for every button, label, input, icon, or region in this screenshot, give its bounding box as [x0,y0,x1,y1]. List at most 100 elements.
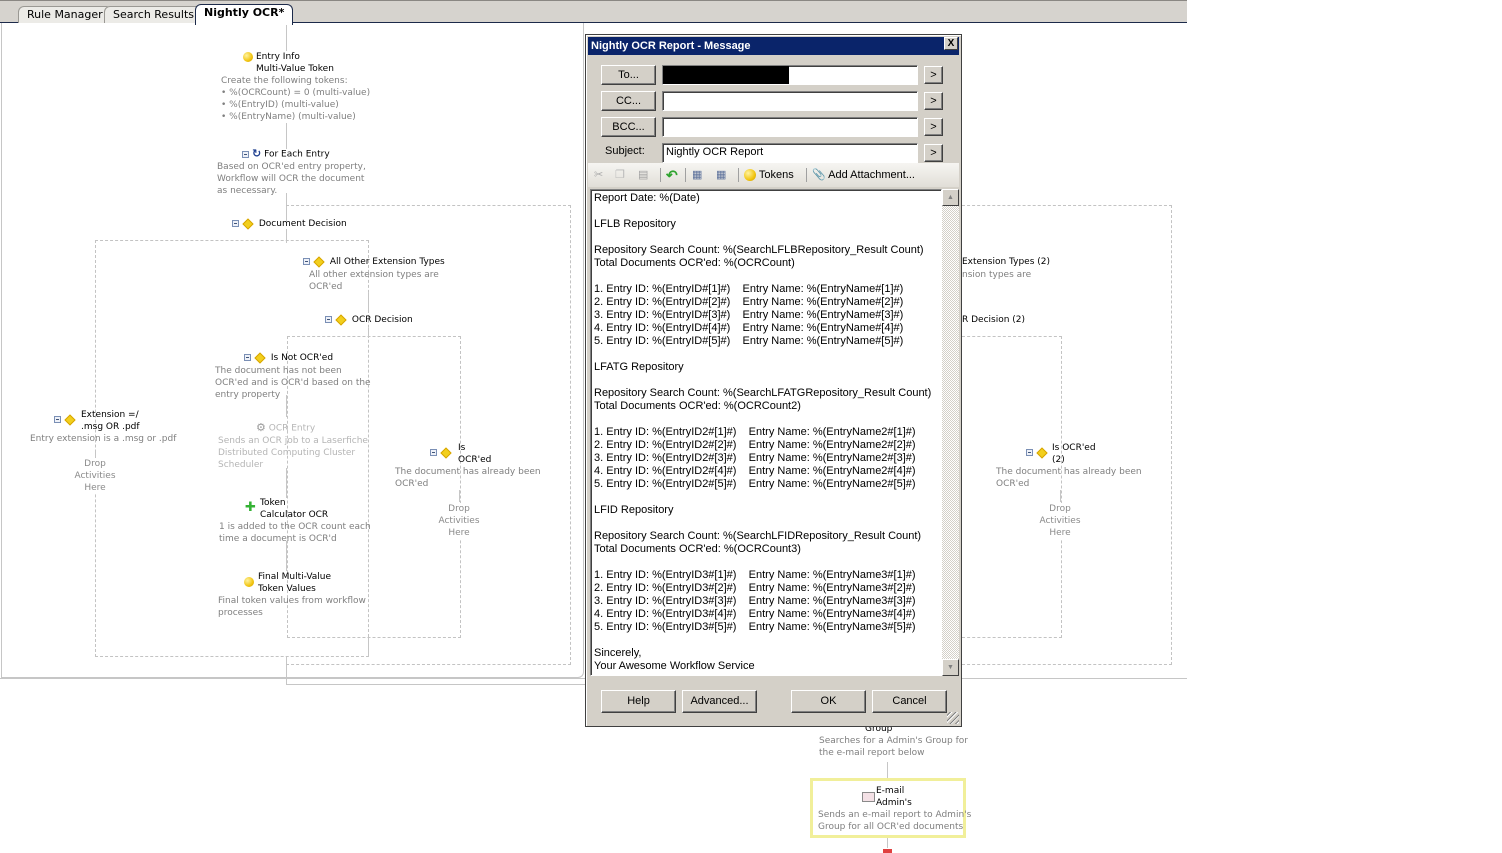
advanced-button[interactable]: Advanced... [682,690,757,713]
drop-activities-zone[interactable]: Drop Activities Here [429,503,489,539]
body-line: Report Date: %(Date) [594,192,700,204]
all-other-title: All Other Extension Types [329,257,445,267]
collapse-icon[interactable] [54,416,61,423]
subject-label: Subject: [605,145,645,157]
body-line: 3. Entry ID: %(EntryID#[3]#) Entry Name:… [594,309,904,321]
tokens-button[interactable]: Tokens [744,167,794,183]
collapse-icon[interactable] [242,150,249,158]
scroll-up-button[interactable]: ▲ [942,189,959,206]
token-calculator-node[interactable]: ✚ [245,501,256,514]
scroll-down-button[interactable]: ▼ [942,659,959,676]
insert-field-icon[interactable]: ▦ [692,167,702,183]
entry-info-node[interactable] [243,51,253,63]
body-line: Total Documents OCR'ed: %(OCRCount2) [594,400,801,412]
dialog-title-bar[interactable]: Nightly OCR Report - Message [588,37,959,55]
tab-nightly-ocr[interactable]: Nightly OCR* [195,4,294,25]
body-line [594,517,941,530]
all-other-desc: OCR'ed [309,282,343,292]
toolbar-separator [685,168,686,182]
collapse-icon[interactable] [1026,449,1033,456]
branch-icon [313,255,325,268]
extension-node[interactable] [54,413,78,426]
subject-token-button[interactable]: > [924,144,943,162]
branch-icon [440,446,452,459]
copy-icon[interactable]: ❐ [615,167,625,183]
toolbar-separator [660,168,661,182]
cc-token-button[interactable]: > [924,92,943,110]
paperclip-icon: 📎 [812,169,826,181]
toolbar-separator [738,168,739,182]
branch-icon [64,413,76,426]
help-button[interactable]: Help [601,690,676,713]
body-line: LFLB Repository [594,218,676,230]
drop-activities-zone[interactable]: Drop Activities Here [65,458,125,494]
to-field[interactable] [662,65,918,85]
is-not-ocred-desc: OCR'ed and is OCR'd based on the [215,378,371,388]
is-ocred-node[interactable] [430,446,454,459]
final-tokens-node[interactable] [244,576,254,588]
collapse-icon[interactable] [430,449,437,456]
all-other-2-title[interactable]: Extension Types (2) [962,256,1050,268]
final-tokens-desc: Final token values from workflow [218,596,366,606]
branch-icon [254,351,266,364]
decision-icon [242,217,254,230]
loop-icon: ↻ [252,147,262,160]
bcc-button[interactable]: BCC... [601,117,656,137]
final-tokens-title2: Token Values [258,584,316,594]
message-body-textarea[interactable]: Report Date: %(Date) LFLB Repository Repos… [590,189,942,676]
bcc-field[interactable] [662,117,918,137]
add-attachment-button[interactable]: 📎 Add Attachment... [812,167,915,183]
drop-label: Drop [1049,504,1071,514]
to-button[interactable]: To... [601,65,656,85]
ocr-entry-node[interactable]: ⚙ OCR Entry [256,422,315,435]
all-other-node[interactable]: All Other Extension Types [303,255,445,268]
body-line: Your Awesome Workflow Service [594,660,755,672]
bcc-token-button[interactable]: > [924,118,943,136]
ok-button[interactable]: OK [791,690,866,713]
subject-field[interactable]: Nightly OCR Report [662,143,918,163]
for-each-node[interactable]: ↻ For Each Entry [242,148,330,161]
for-each-desc: Based on OCR'ed entry property, [217,162,366,172]
tab-rule-manager[interactable]: Rule Manager [18,6,112,24]
collapse-icon[interactable] [232,220,239,227]
collapse-icon[interactable] [303,258,310,265]
cut-icon[interactable]: ✂ [594,167,603,183]
resize-grip[interactable] [947,712,959,724]
editor-toolbar: ✂ ❐ ▤ ↶ ▦ ▦ Tokens 📎 Add Attachment... [588,163,959,187]
document-decision-title: Document Decision [258,219,347,229]
body-line: 4. Entry ID: %(EntryID3#[4]#) Entry Name… [594,608,916,620]
extension-desc: Entry extension is a .msg or .pdf [30,434,177,444]
ocr-decision-node[interactable]: OCR Decision [325,313,413,326]
email-admins-desc: Sends an e-mail report to Admin's [818,810,972,820]
collapse-icon[interactable] [325,316,332,323]
undo-icon[interactable]: ↶ [666,167,678,183]
branch-icon [1036,446,1048,459]
entry-info-desc: • %(EntryName) (multi-value) [221,112,356,122]
document-decision-node[interactable]: Document Decision [232,217,347,230]
is-not-ocred-title: Is Not OCR'ed [270,353,334,363]
close-button[interactable]: X [944,37,958,50]
to-token-button[interactable]: > [924,66,943,84]
is-ocred-2-node[interactable] [1026,446,1050,459]
cc-field[interactable] [662,91,918,111]
body-scrollbar[interactable]: ▲ ▼ [942,189,959,676]
message-dialog: Nightly OCR Report - Message X To... > C… [585,34,962,727]
tab-search-results[interactable]: Search Results [104,6,204,24]
token-calc-title2: Calculator OCR [260,510,329,520]
paste-icon[interactable]: ▤ [638,167,648,183]
body-line: 2. Entry ID: %(EntryID2#[2]#) Entry Name… [594,439,916,451]
ocr-decision-2-title[interactable]: R Decision (2) [962,314,1025,326]
ocr-entry-desc: Scheduler [218,460,264,470]
entry-info-desc: Create the following tokens: [221,76,348,86]
body-line: LFID Repository [594,504,674,516]
body-line: Total Documents OCR'ed: %(OCRCount3) [594,543,801,555]
body-line: 2. Entry ID: %(EntryID#[2]#) Entry Name:… [594,296,904,308]
drop-label: Here [448,528,470,538]
insert-field-down-icon[interactable]: ▦ [716,167,726,183]
body-line: 1. Entry ID: %(EntryID2#[1]#) Entry Name… [594,426,916,438]
is-not-ocred-node[interactable]: Is Not OCR'ed [244,351,334,364]
cc-button[interactable]: CC... [601,91,656,111]
drop-activities-zone[interactable]: Drop Activities Here [1030,503,1090,539]
cancel-button[interactable]: Cancel [872,690,947,713]
collapse-icon[interactable] [244,354,251,361]
